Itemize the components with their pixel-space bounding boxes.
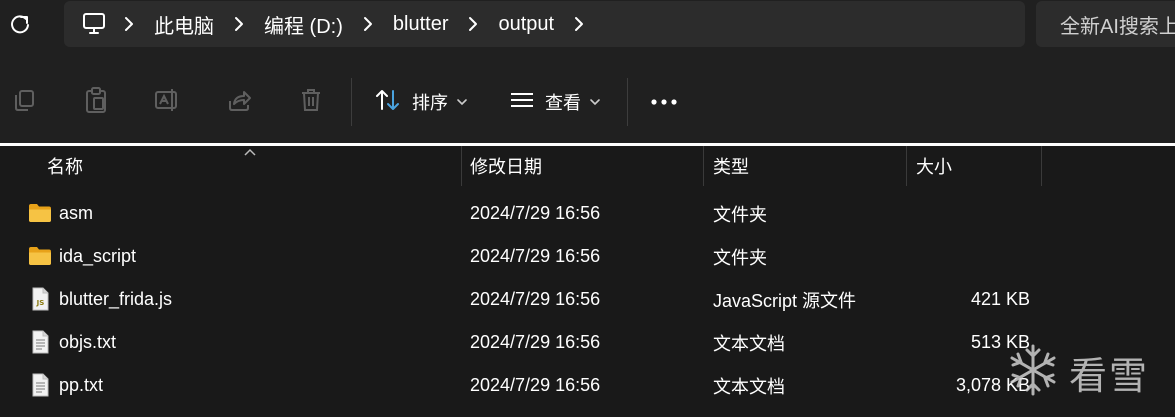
breadcrumb-drive-d[interactable]: 编程 (D:)	[260, 10, 347, 39]
view-label: 查看	[545, 93, 581, 113]
watermark-text: 看雪	[1069, 353, 1150, 398]
column-name[interactable]: 名称	[47, 146, 83, 186]
address-bar-area: 此电脑 编程 (D:) blutter output 全新AI搜索上	[0, 0, 1175, 58]
share-button[interactable]	[217, 80, 261, 124]
file-modified: 2024/7/29 16:56	[470, 375, 601, 395]
file-modified: 2024/7/29 16:56	[470, 203, 601, 223]
copy-button[interactable]	[2, 80, 46, 124]
text-file-icon	[28, 330, 52, 354]
column-resize-handle[interactable]	[906, 146, 907, 186]
toolbar-separator	[627, 78, 628, 126]
chevron-right-icon[interactable]	[114, 1, 144, 47]
breadcrumb-output[interactable]: output	[494, 13, 558, 36]
more-icon	[650, 93, 678, 111]
address-bar[interactable]: 此电脑 编程 (D:) blutter output	[64, 1, 1025, 47]
chevron-right-icon[interactable]	[353, 1, 383, 47]
column-header: 名称 修改日期 类型 大小	[0, 146, 1175, 186]
rename-button[interactable]	[145, 80, 189, 124]
file-row[interactable]: JS blutter_frida.js 2024/7/29 16:56 Java…	[0, 278, 1175, 321]
column-size[interactable]: 大小	[916, 146, 952, 186]
paste-icon	[83, 86, 109, 119]
view-button[interactable]: 查看	[509, 80, 601, 124]
text-file-icon	[28, 373, 52, 397]
view-list-icon	[509, 90, 535, 115]
file-type: 文件夹	[713, 204, 767, 225]
refresh-icon[interactable]	[6, 10, 34, 38]
folder-icon	[28, 244, 52, 268]
breadcrumb-this-pc[interactable]: 此电脑	[150, 10, 218, 39]
chevron-down-icon	[589, 93, 601, 111]
this-pc-icon[interactable]	[80, 10, 108, 38]
file-name: objs.txt	[59, 332, 117, 352]
file-row[interactable]: ida_script 2024/7/29 16:56 文件夹	[0, 235, 1175, 278]
rename-icon	[153, 87, 181, 118]
svg-text:JS: JS	[36, 299, 45, 307]
more-options-button[interactable]	[642, 80, 686, 124]
file-size	[916, 235, 1030, 278]
trash-icon	[298, 87, 324, 118]
breadcrumb: 此电脑 编程 (D:) blutter output	[64, 1, 1025, 47]
file-name: ida_script	[59, 246, 137, 266]
js-file-icon: JS	[28, 287, 52, 311]
file-modified: 2024/7/29 16:56	[470, 332, 601, 352]
file-size	[916, 192, 1030, 235]
column-type[interactable]: 类型	[713, 146, 749, 186]
folder-icon	[28, 201, 52, 225]
column-modified[interactable]: 修改日期	[470, 146, 542, 186]
toolbar-separator	[351, 78, 352, 126]
search-input[interactable]: 全新AI搜索上	[1036, 1, 1175, 47]
sort-label: 排序	[412, 93, 448, 113]
share-icon	[226, 87, 252, 118]
column-resize-handle[interactable]	[703, 146, 704, 186]
file-modified: 2024/7/29 16:56	[470, 289, 601, 309]
file-type: 文件夹	[713, 247, 767, 268]
chevron-right-icon[interactable]	[564, 1, 594, 47]
sort-button[interactable]: 排序	[374, 80, 468, 124]
file-type: 文本文档	[713, 333, 785, 354]
chevron-right-icon[interactable]	[224, 1, 254, 47]
column-resize-handle[interactable]	[461, 146, 462, 186]
file-name: pp.txt	[59, 375, 104, 395]
copy-icon	[11, 87, 37, 118]
watermark: 看雪	[1005, 337, 1175, 407]
command-toolbar: 排序 查看	[0, 58, 1175, 144]
search-placeholder: 全新AI搜索上	[1060, 15, 1175, 38]
file-modified: 2024/7/29 16:56	[470, 246, 601, 266]
file-name: asm	[59, 203, 94, 223]
snowflake-icon	[1005, 342, 1061, 403]
file-row[interactable]: objs.txt 2024/7/29 16:56 文本文档 513 KB	[0, 321, 1175, 364]
paste-button[interactable]	[74, 80, 118, 124]
sort-icon	[374, 88, 402, 117]
file-type: 文本文档	[713, 376, 785, 397]
chevron-down-icon	[456, 93, 468, 111]
file-row[interactable]: asm 2024/7/29 16:56 文件夹	[0, 192, 1175, 235]
file-size: 421 KB	[970, 289, 1030, 309]
chevron-right-icon[interactable]	[458, 1, 488, 47]
file-type: JavaScript 源文件	[713, 290, 857, 311]
column-resize-handle[interactable]	[1041, 146, 1042, 186]
file-name: blutter_frida.js	[59, 289, 173, 309]
file-row[interactable]: pp.txt 2024/7/29 16:56 文本文档 3,078 KB	[0, 364, 1175, 407]
sort-ascending-icon	[243, 144, 257, 162]
breadcrumb-blutter[interactable]: blutter	[389, 13, 453, 36]
delete-button[interactable]	[289, 80, 333, 124]
